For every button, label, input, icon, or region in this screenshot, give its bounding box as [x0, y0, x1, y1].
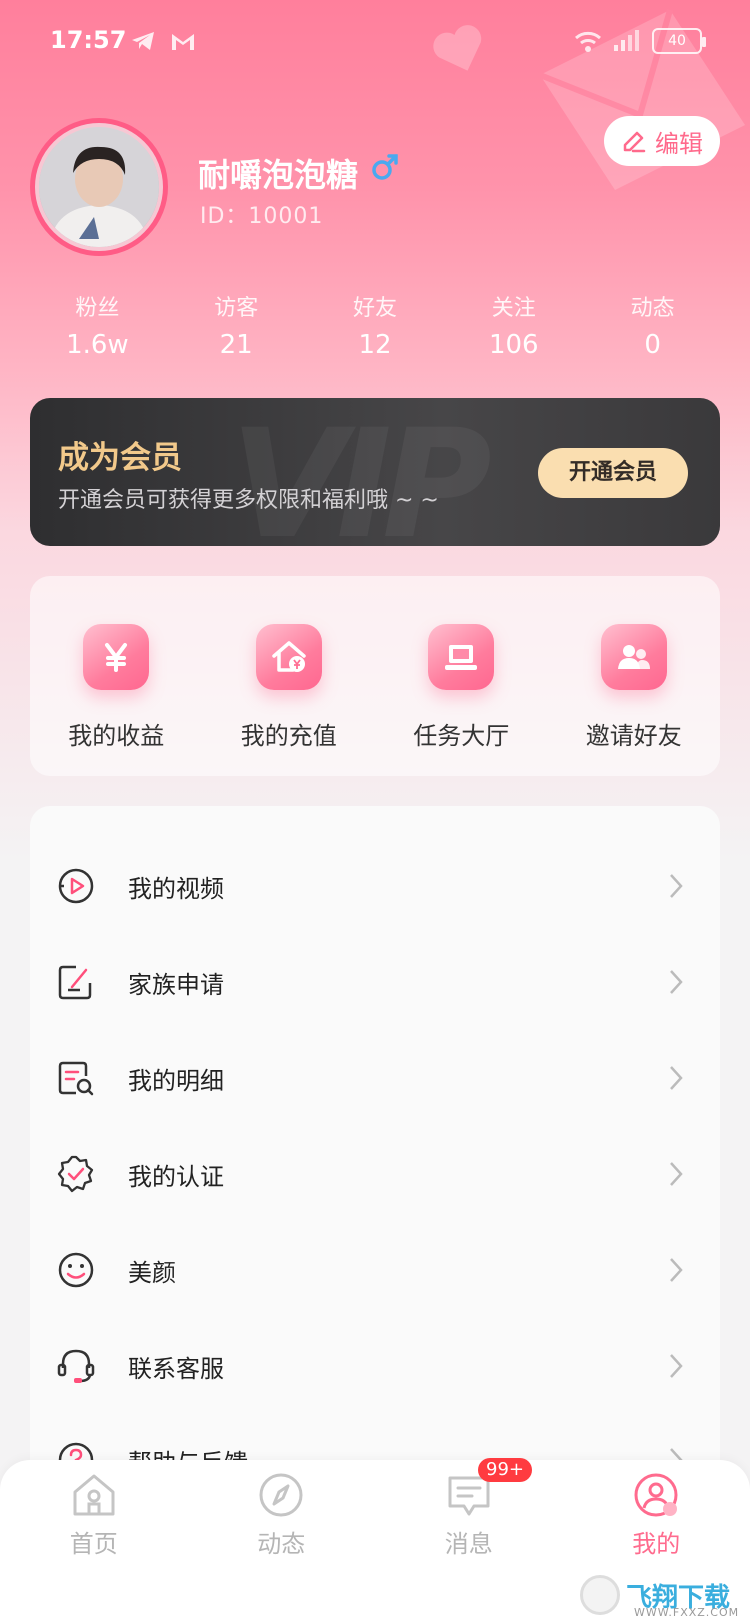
menu-label: 联系客服	[128, 1354, 224, 1383]
quick-action-invite[interactable]: 邀请好友	[548, 624, 721, 776]
nickname: 耐嚼泡泡糖	[198, 156, 359, 194]
stat-following[interactable]: 关注 106	[444, 290, 583, 360]
stat-label: 访客	[214, 296, 259, 321]
chevron-right-icon	[670, 1258, 683, 1282]
stat-value: 21	[219, 330, 253, 360]
quick-action-earnings[interactable]: 我的收益	[30, 624, 203, 776]
nav-label: 动态	[257, 1530, 306, 1558]
telegram-icon	[132, 32, 154, 50]
stat-label: 好友	[352, 296, 397, 321]
edit-square-icon	[58, 965, 92, 1000]
laptop-icon	[428, 624, 495, 690]
video-icon	[58, 868, 94, 904]
pencil-icon	[623, 131, 646, 153]
smile-icon	[58, 1252, 94, 1288]
menu-item-verification[interactable]: 我的认证	[30, 1144, 720, 1204]
menu-item-my-details[interactable]: 我的明细	[30, 1048, 720, 1108]
menu-label: 我的视频	[128, 874, 224, 903]
stat-posts[interactable]: 动态 0	[583, 290, 722, 360]
site-watermark: 飞翔下载 WWW.FXXZ.COM	[580, 1570, 740, 1620]
friends-icon	[600, 624, 667, 690]
vip-title: 成为会员	[58, 440, 182, 476]
menu-label: 家族申请	[128, 970, 224, 999]
status-time: 17:57	[50, 26, 127, 54]
menu-item-customer-service[interactable]: 联系客服	[30, 1336, 720, 1396]
menu-item-beauty[interactable]: 美颜	[30, 1240, 720, 1300]
chevron-right-icon	[670, 1354, 683, 1378]
watermark-sub: WWW.FXXZ.COM	[634, 1606, 740, 1619]
stat-value: 0	[644, 330, 661, 360]
vip-banner[interactable]: VIP 成为会员 开通会员可获得更多权限和福利哦 ~ ~ 开通会员	[30, 398, 720, 546]
profile-icon	[634, 1473, 678, 1517]
signal-icon	[614, 30, 639, 51]
avatar-image	[39, 127, 159, 247]
nav-label: 消息	[444, 1530, 493, 1558]
stats-row: 粉丝 1.6w 访客 21 好友 12 关注 106 动态 0	[28, 290, 722, 360]
stat-value: 106	[488, 330, 539, 360]
stat-label: 关注	[491, 296, 536, 321]
user-id: ID：10001	[200, 204, 324, 229]
headset-icon	[57, 1349, 95, 1383]
stat-visitors[interactable]: 访客 21	[167, 290, 306, 360]
menu-label: 美颜	[128, 1258, 176, 1287]
menu-item-my-videos[interactable]: 我的视频	[30, 856, 720, 916]
quick-action-label: 邀请好友	[585, 722, 682, 750]
gmail-icon	[172, 34, 194, 50]
vip-watermark: VIP	[230, 398, 492, 546]
chevron-right-icon	[670, 1066, 683, 1090]
document-search-icon	[58, 1061, 94, 1096]
avatar-photo	[39, 127, 159, 247]
message-badge: 99+	[478, 1458, 532, 1482]
open-vip-button[interactable]: 开通会员	[538, 448, 688, 498]
menu-list: 我的视频 家族申请 我的明细 我的认证 美颜 联系客服	[30, 806, 720, 1506]
battery-indicator: 40	[652, 28, 706, 54]
badge-check-icon	[57, 1155, 94, 1193]
stat-value: 1.6w	[66, 330, 129, 360]
nav-label: 首页	[69, 1530, 118, 1558]
edit-profile-button[interactable]: 编辑	[604, 116, 720, 166]
nav-home[interactable]: 首页	[0, 1460, 188, 1624]
menu-label: 我的明细	[128, 1066, 224, 1095]
home-icon	[73, 1474, 115, 1516]
status-bar: 17:57 40	[0, 0, 750, 90]
quick-action-label: 我的充值	[240, 722, 337, 750]
nav-messages[interactable]: 99+ 消息	[375, 1458, 563, 1624]
stat-friends[interactable]: 好友 12	[306, 290, 445, 360]
stat-value: 12	[358, 330, 392, 360]
wifi-icon	[575, 31, 601, 52]
quick-action-label: 任务大厅	[413, 722, 510, 750]
house-coin-icon	[255, 624, 322, 690]
chevron-right-icon	[670, 1162, 683, 1186]
quick-action-tasks[interactable]: 任务大厅	[375, 624, 548, 776]
male-icon	[372, 154, 398, 180]
watermark-logo-icon	[580, 1575, 620, 1615]
vip-description: 开通会员可获得更多权限和福利哦 ~ ~	[58, 488, 439, 513]
menu-item-family-apply[interactable]: 家族申请	[30, 952, 720, 1012]
nav-label: 我的	[632, 1530, 681, 1558]
menu-label: 我的认证	[128, 1162, 224, 1191]
edit-label: 编辑	[655, 129, 703, 158]
stat-label: 动态	[630, 296, 675, 321]
quick-actions-card: 我的收益 我的充值 任务大厅 邀请好友	[30, 576, 720, 776]
stat-fans[interactable]: 粉丝 1.6w	[28, 290, 167, 360]
yuan-icon	[83, 624, 150, 690]
avatar[interactable]	[30, 118, 168, 256]
stat-label: 粉丝	[75, 296, 120, 321]
chevron-right-icon	[670, 874, 683, 898]
chevron-right-icon	[670, 970, 683, 994]
compass-icon	[259, 1473, 303, 1517]
nav-feed[interactable]: 动态	[188, 1460, 376, 1624]
quick-action-recharge[interactable]: 我的充值	[203, 624, 376, 776]
quick-action-label: 我的收益	[68, 722, 165, 750]
